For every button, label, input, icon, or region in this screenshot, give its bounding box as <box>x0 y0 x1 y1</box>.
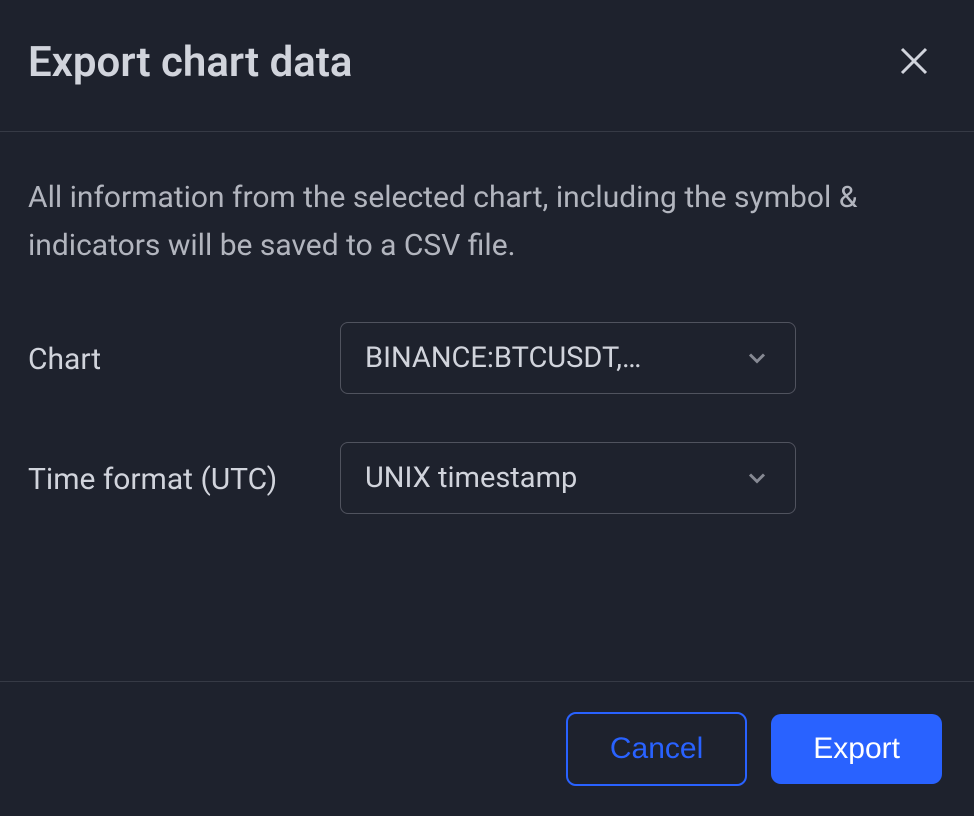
export-chart-data-dialog: Export chart data All information from t… <box>0 0 974 816</box>
chart-field-label: Chart <box>28 322 340 384</box>
cancel-button[interactable]: Cancel <box>566 712 747 786</box>
chart-field-row: Chart BINANCE:BTCUSDT,… <box>28 322 946 394</box>
close-button[interactable] <box>892 41 936 85</box>
time-format-select-value: UNIX timestamp <box>365 461 577 495</box>
chevron-down-icon <box>743 344 771 372</box>
time-format-select[interactable]: UNIX timestamp <box>340 442 796 514</box>
dialog-footer: Cancel Export <box>0 681 974 816</box>
chart-select[interactable]: BINANCE:BTCUSDT,… <box>340 322 796 394</box>
chart-select-value: BINANCE:BTCUSDT,… <box>365 341 641 375</box>
export-button[interactable]: Export <box>771 714 942 784</box>
time-format-field-row: Time format (UTC) UNIX timestamp <box>28 442 946 514</box>
chevron-down-icon <box>743 464 771 492</box>
close-icon <box>896 43 932 82</box>
dialog-header: Export chart data <box>0 0 974 132</box>
dialog-body: All information from the selected chart,… <box>0 132 974 681</box>
dialog-description: All information from the selected chart,… <box>28 174 946 270</box>
time-format-field-label: Time format (UTC) <box>28 442 340 504</box>
dialog-title: Export chart data <box>28 38 352 87</box>
